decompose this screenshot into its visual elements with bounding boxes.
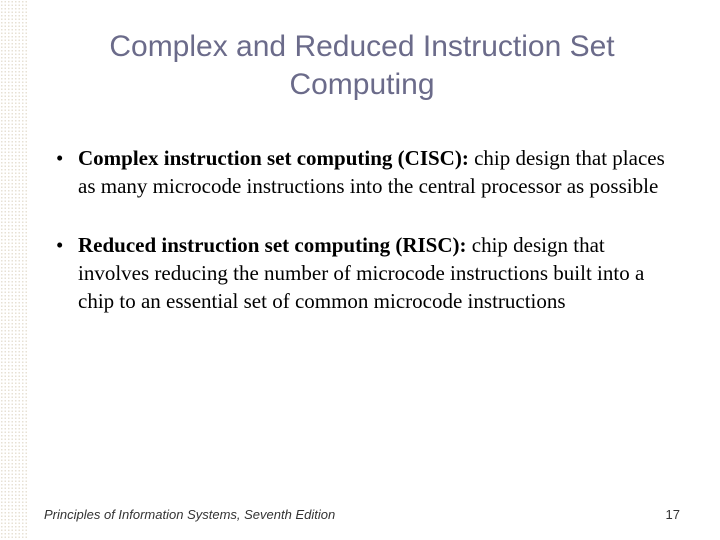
bullet-term: Complex instruction set computing (CISC)…	[78, 146, 469, 170]
bullet-list: Complex instruction set computing (CISC)…	[44, 145, 680, 316]
slide-footer: Principles of Information Systems, Seven…	[44, 507, 680, 522]
bullet-item: Complex instruction set computing (CISC)…	[56, 145, 680, 200]
bullet-term: Reduced instruction set computing (RISC)…	[78, 233, 467, 257]
slide-title: Complex and Reduced Instruction Set Comp…	[44, 28, 680, 103]
footer-page-number: 17	[666, 507, 680, 522]
footer-source: Principles of Information Systems, Seven…	[44, 507, 335, 522]
slide-content: Complex and Reduced Instruction Set Comp…	[0, 0, 720, 540]
bullet-item: Reduced instruction set computing (RISC)…	[56, 232, 680, 315]
